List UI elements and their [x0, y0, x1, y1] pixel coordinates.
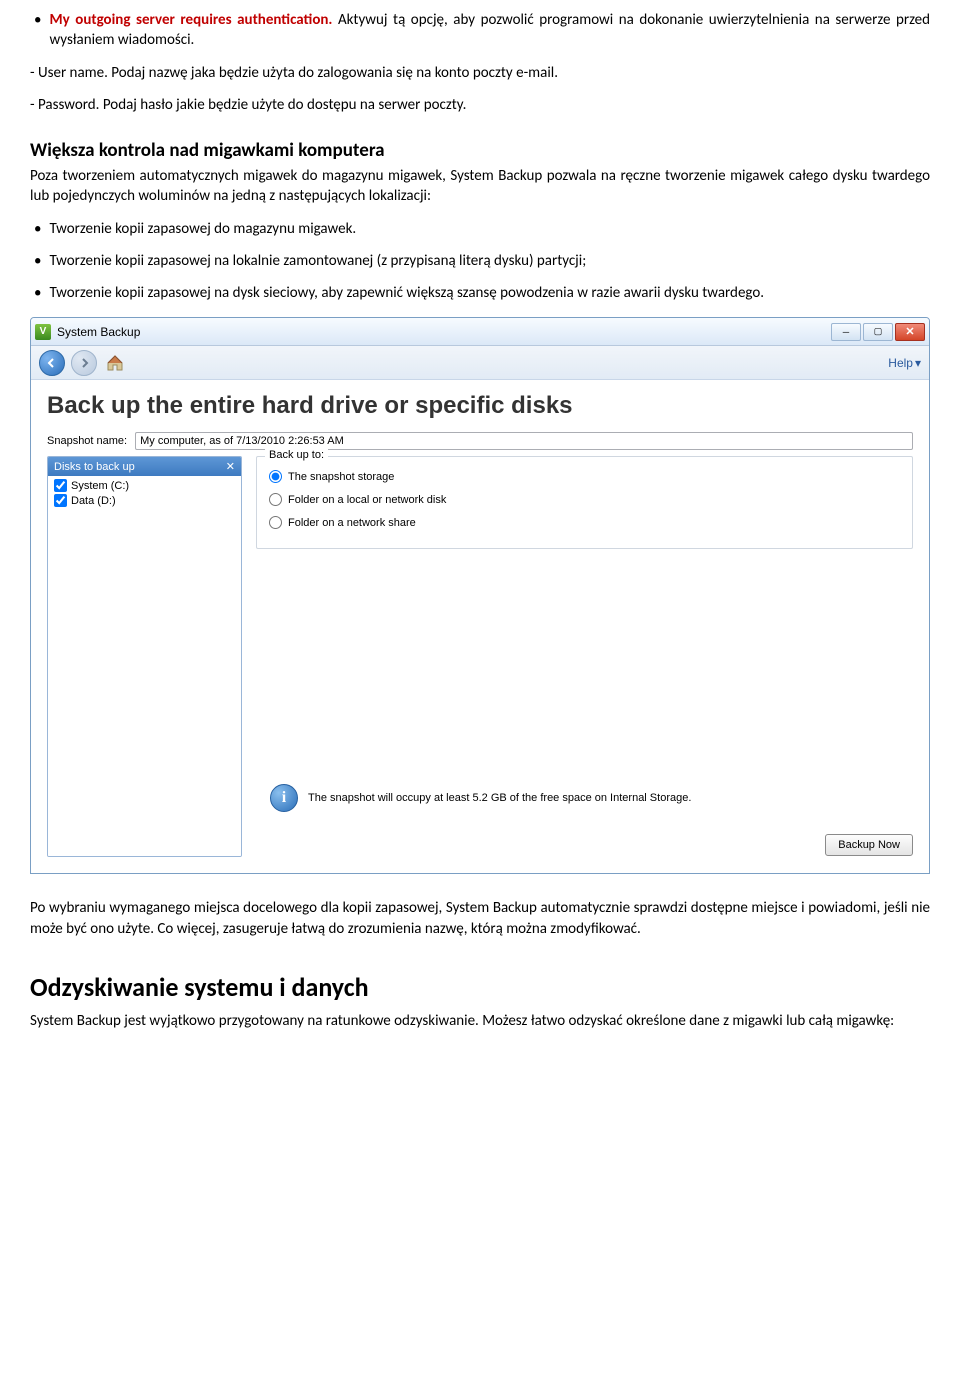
info-bar: i The snapshot will occupy at least 5.2 …: [270, 784, 913, 812]
radio-label: The snapshot storage: [288, 471, 394, 483]
help-menu[interactable]: Help ▾: [888, 356, 921, 370]
para-control: Poza tworzeniem automatycznych migawek d…: [30, 166, 930, 207]
forward-button[interactable]: [71, 350, 97, 376]
backup-to-legend: Back up to:: [265, 449, 328, 461]
content-area: Back up the entire hard drive or specifi…: [31, 380, 929, 873]
minimize-button[interactable]: ─: [831, 323, 861, 341]
app-window: V System Backup ─ ▢ ✕ Help: [30, 317, 930, 874]
bullet-storage-text: Tworzenie kopii zapasowej do magazynu mi…: [49, 219, 356, 239]
titlebar[interactable]: V System Backup ─ ▢ ✕: [31, 318, 929, 346]
chevron-down-icon: ▾: [915, 356, 921, 370]
bullet-auth: • My outgoing server requires authentica…: [30, 10, 930, 51]
toolbar: Help ▾: [31, 346, 929, 380]
disk-label: System (C:): [71, 480, 129, 492]
radio-network-share-input[interactable]: [269, 516, 282, 529]
radio-label: Folder on a network share: [288, 517, 416, 529]
window-title: System Backup: [57, 325, 140, 339]
page-heading: Back up the entire hard drive or specifi…: [47, 392, 913, 420]
bullet-local: • Tworzenie kopii zapasowej na lokalnie …: [30, 251, 930, 271]
radio-snapshot-storage-input[interactable]: [269, 470, 282, 483]
app-icon: V: [35, 324, 51, 340]
close-button[interactable]: ✕: [895, 323, 925, 341]
radio-label: Folder on a local or network disk: [288, 494, 446, 506]
disk-row[interactable]: Data (D:): [48, 493, 241, 508]
snapshot-name-label: Snapshot name:: [47, 435, 127, 447]
disk-row[interactable]: System (C:): [48, 478, 241, 493]
info-icon: i: [270, 784, 298, 812]
bullet-dot: •: [34, 251, 41, 271]
help-label: Help: [888, 356, 913, 370]
radio-network-share[interactable]: Folder on a network share: [269, 511, 900, 534]
line-username: - User name. Podaj nazwę jaka będzie uży…: [30, 63, 930, 83]
para-recovery: System Backup jest wyjątkowo przygotowan…: [30, 1011, 930, 1031]
bullet-storage: • Tworzenie kopii zapasowej do magazynu …: [30, 219, 930, 239]
snapshot-name-input[interactable]: [135, 432, 913, 450]
bullet-local-text: Tworzenie kopii zapasowej na lokalnie za…: [49, 251, 586, 271]
disks-panel: Disks to back up ✕ System (C:) Data (D:): [47, 456, 242, 857]
backup-to-fieldset: Back up to: The snapshot storage Folder …: [256, 456, 913, 549]
panel-close-icon[interactable]: ✕: [226, 460, 235, 473]
bullet-dot: •: [34, 10, 41, 51]
home-icon: [105, 353, 125, 373]
disk-checkbox-c[interactable]: [54, 479, 67, 492]
disk-checkbox-d[interactable]: [54, 494, 67, 507]
radio-snapshot-storage[interactable]: The snapshot storage: [269, 465, 900, 488]
bullet-network-text: Tworzenie kopii zapasowej na dysk siecio…: [49, 283, 764, 303]
maximize-button[interactable]: ▢: [863, 323, 893, 341]
backup-now-button[interactable]: Backup Now: [825, 834, 913, 856]
home-button[interactable]: [103, 351, 127, 375]
bullet-dot: •: [34, 219, 41, 239]
disk-label: Data (D:): [71, 495, 116, 507]
heading-recovery: Odzyskiwanie systemu i danych: [30, 971, 930, 1003]
radio-local-folder-input[interactable]: [269, 493, 282, 506]
heading-control: Większa kontrola nad migawkami komputera: [30, 139, 930, 162]
bullet-dot: •: [34, 283, 41, 303]
arrow-left-icon: [46, 357, 58, 369]
back-button[interactable]: [39, 350, 65, 376]
para-after-screenshot: Po wybraniu wymaganego miejsca doceloweg…: [30, 898, 930, 939]
arrow-right-icon: [78, 357, 90, 369]
line-password: - Password. Podaj hasło jakie będzie uży…: [30, 95, 930, 115]
bullet-network: • Tworzenie kopii zapasowej na dysk siec…: [30, 283, 930, 303]
bullet-auth-label: My outgoing server requires authenticati…: [49, 11, 332, 29]
disks-panel-title: Disks to back up: [54, 461, 135, 473]
radio-local-folder[interactable]: Folder on a local or network disk: [269, 488, 900, 511]
info-text: The snapshot will occupy at least 5.2 GB…: [308, 792, 691, 804]
